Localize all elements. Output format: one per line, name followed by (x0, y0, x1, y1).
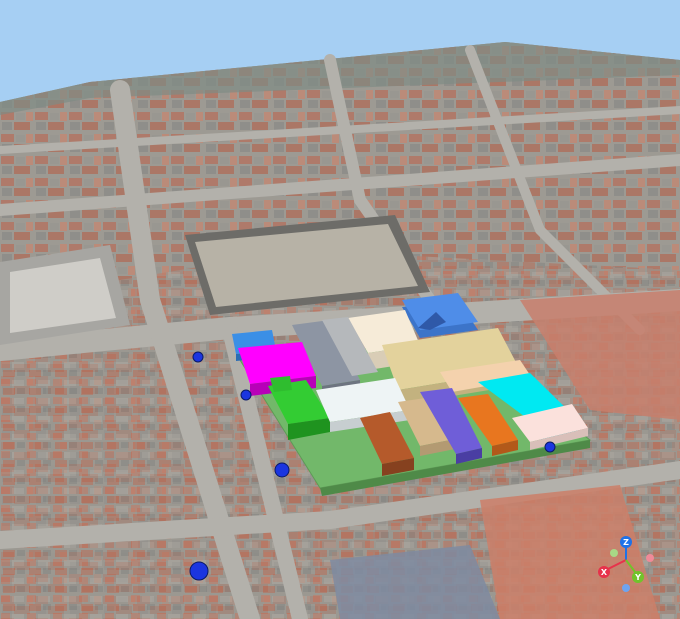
axis-x-negative-icon[interactable] (646, 554, 654, 562)
marker-dot[interactable] (192, 351, 204, 363)
marker-dot[interactable] (189, 561, 209, 581)
marker-dot[interactable] (544, 441, 556, 453)
scene-canvas[interactable]: Z X Y (0, 0, 680, 619)
marker-dot[interactable] (240, 389, 252, 401)
marker-dot[interactable] (274, 462, 290, 478)
3d-viewport[interactable]: Z X Y (0, 0, 680, 619)
axis-z-label: Z (623, 538, 629, 547)
axis-y-negative-icon[interactable] (610, 549, 618, 557)
axis-y-label: Y (634, 573, 641, 582)
axis-z-negative-icon[interactable] (622, 584, 630, 592)
axis-x-label: X (601, 568, 608, 577)
